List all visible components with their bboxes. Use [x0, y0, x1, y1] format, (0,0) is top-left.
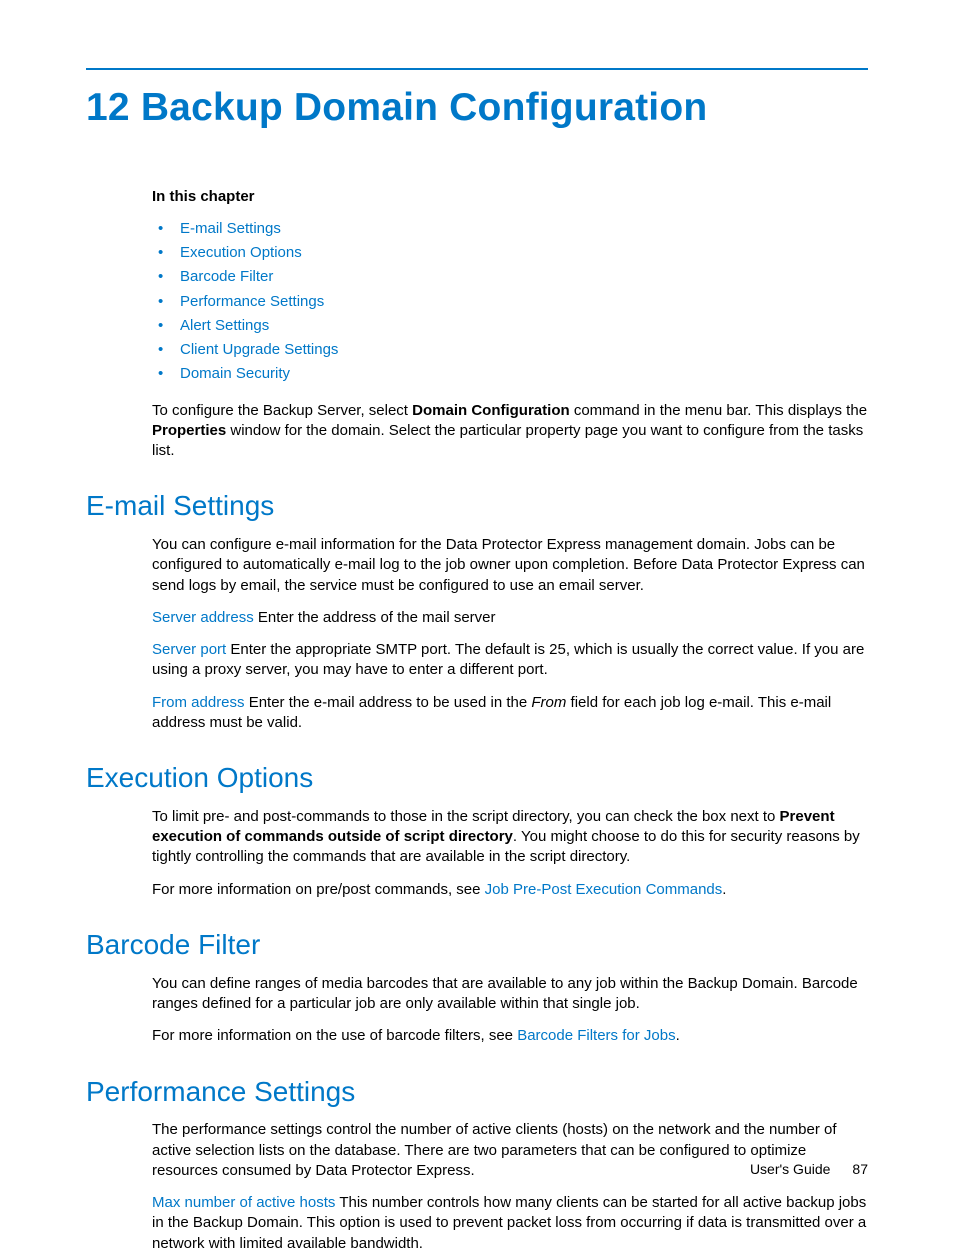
- toc-link-alert-settings[interactable]: Alert Settings: [180, 317, 269, 334]
- intro-text: command in the menu bar. This displays t…: [570, 402, 867, 419]
- barcode-p2b: .: [676, 1027, 680, 1044]
- email-server-port: Server port Enter the appropriate SMTP p…: [152, 640, 868, 681]
- exec-p2b: .: [722, 881, 726, 898]
- toc-link-execution-options[interactable]: Execution Options: [180, 244, 302, 261]
- email-p1: You can configure e-mail information for…: [152, 535, 868, 596]
- toc-block: In this chapter E-mail Settings Executio…: [152, 187, 868, 462]
- perf-max-hosts: Max number of active hosts This number c…: [152, 1193, 868, 1254]
- toc-heading: In this chapter: [152, 187, 868, 207]
- execution-section-body: To limit pre- and post-commands to those…: [152, 807, 868, 900]
- exec-p2: For more information on pre/post command…: [152, 880, 868, 900]
- exec-p1: To limit pre- and post-commands to those…: [152, 807, 868, 868]
- top-rule: [86, 68, 868, 70]
- toc-list: E-mail Settings Execution Options Barcod…: [152, 217, 868, 387]
- exec-p2a: For more information on pre/post command…: [152, 881, 485, 898]
- link-barcode-filters[interactable]: Barcode Filters for Jobs: [517, 1027, 675, 1044]
- from-address-label: From address: [152, 694, 245, 711]
- toc-item: Performance Settings: [152, 290, 868, 314]
- server-port-label: Server port: [152, 641, 226, 658]
- section-heading-barcode: Barcode Filter: [86, 926, 868, 964]
- page-footer: User's Guide 87: [750, 1160, 868, 1179]
- intro-paragraph: To configure the Backup Server, select D…: [152, 401, 868, 462]
- barcode-p1: You can define ranges of media barcodes …: [152, 974, 868, 1015]
- link-job-pre-post[interactable]: Job Pre-Post Execution Commands: [485, 881, 723, 898]
- toc-link-barcode-filter[interactable]: Barcode Filter: [180, 268, 273, 285]
- toc-item: Execution Options: [152, 241, 868, 265]
- from-address-text: Enter the e-mail address to be used in t…: [245, 694, 532, 711]
- toc-link-performance-settings[interactable]: Performance Settings: [180, 293, 324, 310]
- page: 12 Backup Domain Configuration In this c…: [0, 0, 954, 1235]
- section-heading-execution: Execution Options: [86, 759, 868, 797]
- email-from-address: From address Enter the e-mail address to…: [152, 693, 868, 734]
- performance-section-body: The performance settings control the num…: [152, 1120, 868, 1254]
- server-port-text: Enter the appropriate SMTP port. The def…: [152, 641, 864, 678]
- toc-item: E-mail Settings: [152, 217, 868, 241]
- footer-page-number: 87: [852, 1161, 868, 1177]
- section-heading-performance: Performance Settings: [86, 1073, 868, 1111]
- exec-p1a: To limit pre- and post-commands to those…: [152, 808, 780, 825]
- toc-item: Alert Settings: [152, 314, 868, 338]
- barcode-p2a: For more information on the use of barco…: [152, 1027, 517, 1044]
- toc-link-domain-security[interactable]: Domain Security: [180, 365, 290, 382]
- toc-item: Barcode Filter: [152, 265, 868, 289]
- intro-text: To configure the Backup Server, select: [152, 402, 412, 419]
- toc-link-client-upgrade-settings[interactable]: Client Upgrade Settings: [180, 341, 338, 358]
- footer-label: User's Guide: [750, 1161, 830, 1177]
- toc-link-email-settings[interactable]: E-mail Settings: [180, 220, 281, 237]
- intro-bold-domain-config: Domain Configuration: [412, 402, 570, 419]
- from-italic: From: [531, 694, 566, 711]
- server-address-text: Enter the address of the mail server: [254, 609, 496, 626]
- toc-item: Domain Security: [152, 362, 868, 386]
- max-hosts-label: Max number of active hosts: [152, 1194, 335, 1211]
- barcode-p2: For more information on the use of barco…: [152, 1026, 868, 1046]
- barcode-section-body: You can define ranges of media barcodes …: [152, 974, 868, 1047]
- email-server-address: Server address Enter the address of the …: [152, 608, 868, 628]
- section-heading-email: E-mail Settings: [86, 487, 868, 525]
- email-section-body: You can configure e-mail information for…: [152, 535, 868, 733]
- toc-item: Client Upgrade Settings: [152, 338, 868, 362]
- chapter-title: 12 Backup Domain Configuration: [86, 82, 868, 135]
- intro-bold-properties: Properties: [152, 422, 226, 439]
- intro-text: window for the domain. Select the partic…: [152, 422, 863, 459]
- server-address-label: Server address: [152, 609, 254, 626]
